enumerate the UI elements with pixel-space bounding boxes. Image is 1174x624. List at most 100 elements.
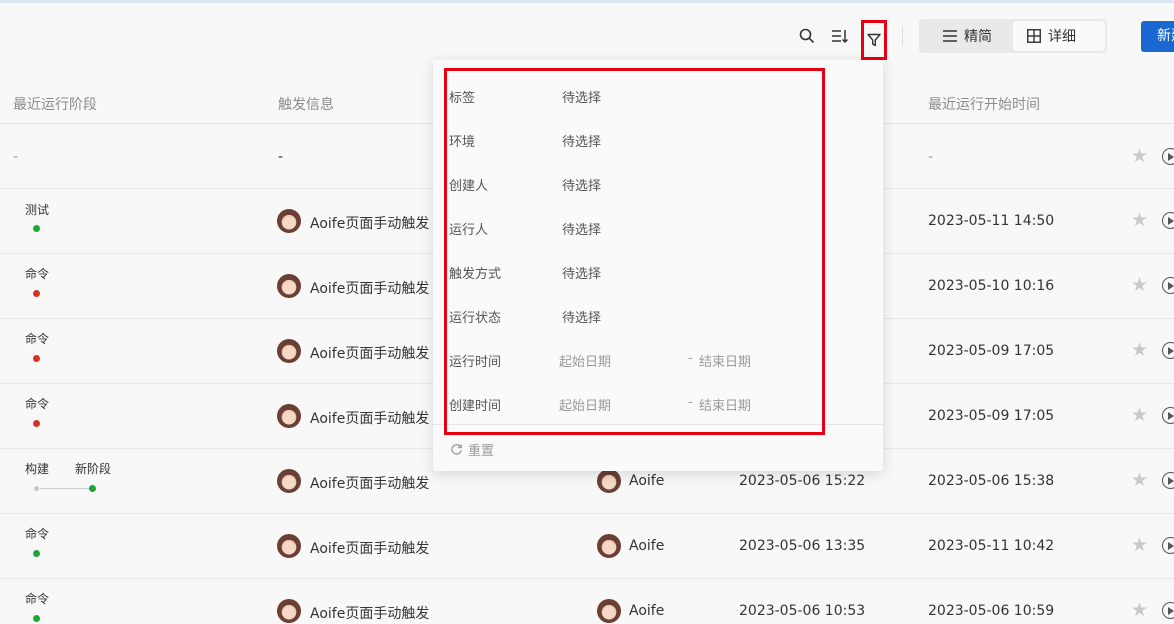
runner-name: Aoife xyxy=(629,603,665,619)
stage-name: 测试 xyxy=(25,203,50,217)
filter-run-time-separator: - xyxy=(688,351,693,366)
view-detail-label: 详细 xyxy=(1048,29,1076,45)
trigger-info: Aoife页面手动触发 xyxy=(310,541,430,557)
run-icon[interactable] xyxy=(1162,212,1174,229)
avatar xyxy=(597,534,621,558)
filter-tags-label: 标签 xyxy=(449,91,476,106)
view-detail-button[interactable]: 详细 xyxy=(1013,21,1105,51)
filter-icon[interactable] xyxy=(861,20,887,60)
filter-run-time-start[interactable]: 起始日期 xyxy=(559,351,611,370)
stage-empty: - xyxy=(13,149,19,165)
filter-creator-label: 创建人 xyxy=(449,179,489,194)
filter-trigger-label: 触发方式 xyxy=(449,267,502,282)
star-icon[interactable]: ★ xyxy=(1131,406,1148,425)
avatar xyxy=(277,339,301,363)
stage-name: 命令 xyxy=(25,332,50,346)
filter-create-time-end[interactable]: 结束日期 xyxy=(699,395,751,414)
runner-name: Aoife xyxy=(629,538,665,554)
view-compact-label: 精简 xyxy=(964,29,992,45)
filter-run-time-label: 运行时间 xyxy=(449,355,502,370)
stage-connector xyxy=(40,488,90,489)
star-icon[interactable]: ★ xyxy=(1131,601,1148,620)
trigger-info: Aoife页面手动触发 xyxy=(310,411,430,427)
trigger-info: Aoife页面手动触发 xyxy=(310,606,430,622)
stage-name: 命令 xyxy=(25,397,50,411)
refresh-icon xyxy=(451,444,462,455)
new-button[interactable]: 新建 xyxy=(1141,21,1174,52)
reset-button[interactable]: 重置 xyxy=(450,440,494,459)
filter-popover: 标签 待选择 环境 待选择 创建人 待选择 运行人 待选择 触发方式 待选择 运… xyxy=(433,60,883,471)
run-icon[interactable] xyxy=(1162,537,1174,554)
filter-status-select[interactable]: 待选择 xyxy=(562,307,601,326)
stage-status-dot xyxy=(33,290,40,297)
start-time: 2023-05-10 10:16 xyxy=(928,278,1055,294)
filter-create-time-separator: - xyxy=(688,395,693,410)
filter-run-time-end[interactable]: 结束日期 xyxy=(699,351,751,370)
avatar xyxy=(277,404,301,428)
star-icon[interactable]: ★ xyxy=(1131,471,1148,490)
create-time: 2023-05-06 13:35 xyxy=(739,538,866,554)
trigger-info: Aoife页面手动触发 xyxy=(310,281,430,297)
stage-name: 命令 xyxy=(25,527,50,541)
grid-icon xyxy=(1027,29,1041,43)
start-time: 2023-05-06 10:59 xyxy=(928,603,1055,619)
header-trigger-info: 触发信息 xyxy=(278,97,334,113)
filter-creator-select[interactable]: 待选择 xyxy=(562,175,601,194)
start-time: 2023-05-09 17:05 xyxy=(928,343,1055,359)
popover-divider xyxy=(433,424,883,425)
filter-create-time-start[interactable]: 起始日期 xyxy=(559,395,611,414)
run-icon[interactable] xyxy=(1162,407,1174,424)
start-time: - xyxy=(928,149,934,165)
star-icon[interactable]: ★ xyxy=(1131,147,1148,166)
star-icon[interactable]: ★ xyxy=(1131,536,1148,555)
run-icon[interactable] xyxy=(1162,277,1174,294)
search-icon[interactable] xyxy=(796,25,818,47)
stage-name: 新阶段 xyxy=(75,462,112,476)
star-icon[interactable]: ★ xyxy=(1131,341,1148,360)
run-icon[interactable] xyxy=(1162,342,1174,359)
header-recent-start-time: 最近运行开始时间 xyxy=(928,97,1040,113)
filter-tags-select[interactable]: 待选择 xyxy=(562,87,601,106)
header-recent-stage: 最近运行阶段 xyxy=(13,97,97,113)
avatar xyxy=(597,469,621,493)
runner-name: Aoife xyxy=(629,473,665,489)
reset-label: 重置 xyxy=(468,444,495,459)
stage-name: 命令 xyxy=(25,267,50,281)
sort-icon[interactable] xyxy=(829,25,851,47)
stage-name: 命令 xyxy=(25,592,50,606)
filter-runner-select[interactable]: 待选择 xyxy=(562,219,601,238)
filter-create-time-label: 创建时间 xyxy=(449,399,502,414)
view-compact-button[interactable]: 精简 xyxy=(929,21,1006,51)
run-icon[interactable] xyxy=(1162,148,1174,165)
stage-status-dot xyxy=(33,355,40,362)
filter-trigger-select[interactable]: 待选择 xyxy=(562,263,601,282)
filter-runner-label: 运行人 xyxy=(449,223,489,238)
run-icon[interactable] xyxy=(1162,472,1174,489)
avatar xyxy=(277,209,301,233)
star-icon[interactable]: ★ xyxy=(1131,211,1148,230)
avatar xyxy=(277,534,301,558)
trigger-info: - xyxy=(278,149,284,165)
trigger-info: Aoife页面手动触发 xyxy=(310,216,430,232)
table-row[interactable]: 命令 Aoife页面手动触发 Aoife 2023-05-06 10:53 20… xyxy=(0,579,1174,624)
stage-status-dot xyxy=(33,225,40,232)
filter-env-label: 环境 xyxy=(449,135,476,150)
star-icon[interactable]: ★ xyxy=(1131,276,1148,295)
stage-status-dot xyxy=(33,550,40,557)
start-time: 2023-05-11 10:42 xyxy=(928,538,1055,554)
stage-name: 构建 xyxy=(25,462,50,476)
filter-env-select[interactable]: 待选择 xyxy=(562,131,601,150)
stage-status-dot xyxy=(33,420,40,427)
create-time: 2023-05-06 10:53 xyxy=(739,603,866,619)
avatar xyxy=(277,599,301,623)
create-time: 2023-05-06 15:22 xyxy=(739,473,866,489)
start-time: 2023-05-06 15:38 xyxy=(928,473,1055,489)
start-time: 2023-05-09 17:05 xyxy=(928,408,1055,424)
trigger-info: Aoife页面手动触发 xyxy=(310,346,430,362)
toolbar-divider xyxy=(902,26,903,46)
run-icon[interactable] xyxy=(1162,602,1174,619)
stage-status-dot xyxy=(89,485,96,492)
stage-status-dot xyxy=(34,486,39,491)
table-row[interactable]: 命令 Aoife页面手动触发 Aoife 2023-05-06 13:35 20… xyxy=(0,514,1174,579)
avatar xyxy=(277,469,301,493)
